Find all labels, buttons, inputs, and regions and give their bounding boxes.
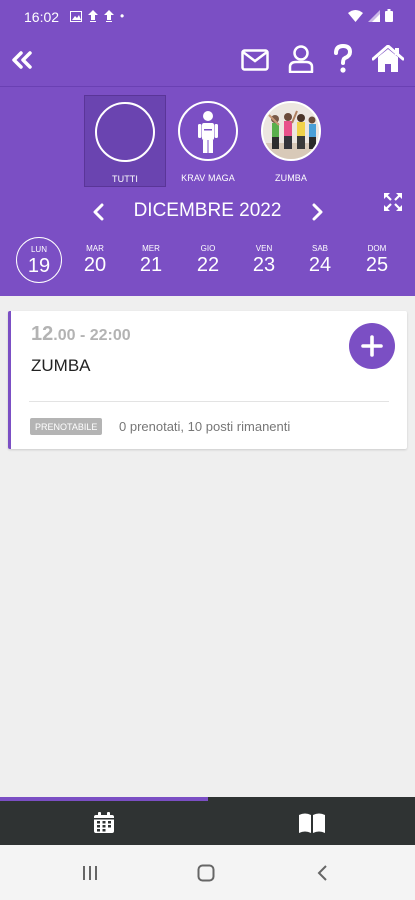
back-system-button[interactable] <box>308 863 336 883</box>
plus-icon <box>361 335 383 357</box>
day-number: 21 <box>139 254 163 276</box>
home-icon <box>372 45 404 72</box>
add-booking-button[interactable] <box>349 323 395 369</box>
calendar-header: TUTTI KRAV MAGA ZUMBA DICEMBRE 2022 LUN … <box>0 86 415 296</box>
status-bar: 16:02 • <box>0 0 415 34</box>
day-name: GIO <box>200 244 216 253</box>
tab-calendar[interactable] <box>0 801 207 845</box>
krav-maga-avatar <box>178 101 238 161</box>
availability-text: 0 prenotati, 10 posti rimanenti <box>119 419 291 434</box>
day-name: SAB <box>311 244 328 253</box>
double-chevron-left-icon <box>12 51 32 69</box>
profile-button[interactable] <box>284 40 318 78</box>
class-time: 12.00 - 22:00 <box>31 323 131 346</box>
day-21[interactable]: MER 21 <box>128 237 174 283</box>
day-19[interactable]: LUN 19 <box>16 237 62 283</box>
calendar-icon <box>93 812 114 833</box>
status-time: 16:02 <box>24 9 60 25</box>
home-square-icon <box>197 864 215 882</box>
book-icon <box>298 813 325 833</box>
battery-icon <box>385 9 393 22</box>
system-nav-bar <box>0 845 415 900</box>
activity-filter-zumba[interactable]: ZUMBA <box>250 95 332 187</box>
activity-label: ZUMBA <box>275 173 307 183</box>
question-icon <box>334 44 353 73</box>
day-name: MER <box>142 244 160 253</box>
day-number: 23 <box>252 254 276 276</box>
bottom-nav <box>0 797 415 845</box>
app-bar <box>0 34 415 86</box>
day-name: LUN <box>30 245 47 254</box>
card-divider <box>29 401 389 402</box>
wifi-icon <box>348 9 363 22</box>
upload-notification-icon <box>88 10 98 22</box>
day-number: 24 <box>308 254 332 276</box>
help-button[interactable] <box>328 40 358 78</box>
month-title: DICEMBRE 2022 <box>133 200 282 221</box>
chevron-right-icon <box>312 203 323 221</box>
activity-all-circle <box>95 102 155 162</box>
day-23[interactable]: VEN 23 <box>241 237 287 283</box>
home-system-button[interactable] <box>192 863 220 883</box>
recent-apps-button[interactable] <box>76 863 104 883</box>
mail-button[interactable] <box>238 42 272 78</box>
home-button[interactable] <box>370 40 406 78</box>
month-selector: DICEMBRE 2022 <box>0 193 415 227</box>
day-22[interactable]: GIO 22 <box>185 237 231 283</box>
image-notification-icon <box>70 10 82 22</box>
next-month-button[interactable] <box>306 197 330 227</box>
signal-icon <box>368 9 380 22</box>
activity-label: KRAV MAGA <box>181 173 235 183</box>
back-button[interactable] <box>6 42 38 78</box>
day-number: 22 <box>196 254 220 276</box>
status-dot: • <box>120 9 125 23</box>
activity-filter-krav-maga[interactable]: KRAV MAGA <box>167 95 249 187</box>
upload-notification-icon <box>104 10 114 22</box>
status-badge: PRENOTABILE <box>30 418 103 435</box>
day-name: VEN <box>255 244 273 253</box>
back-chevron-icon <box>317 865 327 881</box>
person-icon <box>198 111 218 153</box>
day-name: MAR <box>86 244 104 253</box>
class-title: ZUMBA <box>31 356 91 375</box>
activity-label: TUTTI <box>112 174 138 184</box>
zumba-photo <box>261 101 321 161</box>
tab-book[interactable] <box>208 801 415 845</box>
expand-icon <box>384 193 402 211</box>
activity-filter-all[interactable]: TUTTI <box>84 95 166 187</box>
day-number: 25 <box>365 254 389 276</box>
day-20[interactable]: MAR 20 <box>72 237 118 283</box>
expand-button[interactable] <box>380 189 406 215</box>
class-time-rest: .00 - 22:00 <box>53 327 131 344</box>
day-number: 19 <box>27 255 51 277</box>
week-days: LUN 19 MAR 20 MER 21 GIO 22 VEN 23 SAB 2… <box>0 237 415 285</box>
dancers-image <box>263 103 319 159</box>
mail-icon <box>241 49 269 71</box>
recent-apps-icon <box>83 866 97 880</box>
user-icon <box>288 45 314 73</box>
day-name: DOM <box>367 244 387 253</box>
class-card[interactable]: 12.00 - 22:00 ZUMBA PRENOTABILE 0 prenot… <box>8 311 407 449</box>
day-24[interactable]: SAB 24 <box>297 237 343 283</box>
day-number: 20 <box>83 254 107 276</box>
day-25[interactable]: DOM 25 <box>354 237 400 283</box>
class-time-start-hour: 12 <box>31 323 54 345</box>
